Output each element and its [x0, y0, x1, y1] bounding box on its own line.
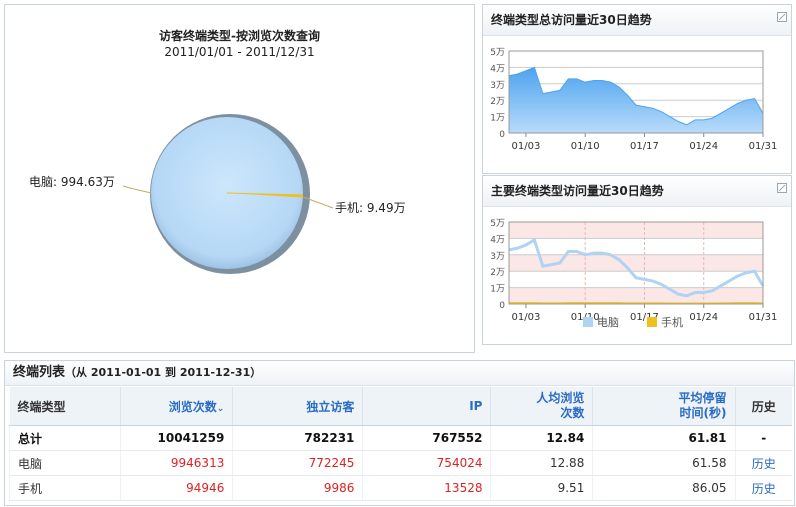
x-tick-label: 01/03 — [512, 141, 541, 152]
cell-pv: 9946313 — [120, 450, 233, 476]
x-tick-label: 01/31 — [749, 141, 778, 152]
cell-uv: 9986 — [232, 475, 363, 501]
legend-swatch — [647, 317, 657, 327]
cell-history: - — [734, 425, 792, 451]
trend-total-chart: 5万 4万 3万 2万 1万 0 01/03 01/10 01/17 01/24 01/31 — [490, 48, 778, 152]
trend-total-title: 终端类型总访问量近30日趋势 — [483, 5, 791, 36]
y-tick-label: 0 — [499, 301, 505, 311]
col-pv[interactable]: 浏览次数⌄ — [120, 387, 233, 426]
grid-band — [509, 222, 763, 239]
x-tick-label: 01/24 — [689, 312, 718, 323]
expand-icon[interactable] — [777, 12, 787, 22]
table-title-text: 终端列表 — [13, 365, 66, 380]
col-avg-time[interactable]: 平均停留 时间(秒) — [592, 387, 735, 426]
expand-icon[interactable] — [777, 183, 787, 193]
cell-avg-pv: 12.84 — [490, 425, 593, 451]
y-tick-label: 0 — [499, 130, 505, 140]
cell-avg-time: 61.58 — [592, 450, 735, 476]
cell-avg-pv: 12.88 — [490, 450, 593, 476]
history-link[interactable]: 历史 — [734, 475, 792, 501]
trend-total-panel: 终端类型总访问量近30日趋势 5万 4万 3万 2万 1万 0 01/03 01/10 01/1… — [482, 4, 792, 174]
cell-uv: 782231 — [232, 425, 363, 451]
cell-avg-time: 86.05 — [592, 475, 735, 501]
y-tick-label: 5万 — [490, 219, 505, 229]
table-row-total: 总计 10041259 782231 767552 12.84 61.81 - — [8, 425, 792, 451]
y-tick-label: 3万 — [490, 252, 505, 262]
x-tick-label: 01/03 — [512, 312, 541, 323]
y-tick-label: 4万 — [490, 64, 505, 74]
col-uv[interactable]: 独立访客 — [232, 387, 363, 426]
grid-band — [509, 287, 763, 304]
pie-label-mobile: 手机: 9.49万 — [335, 201, 406, 215]
x-tick-label: 01/17 — [630, 141, 659, 152]
y-tick-label: 2万 — [490, 97, 505, 107]
trend-type-panel: 主要终端类型访问量近30日趋势 5万4万3万2万1万001/0301/1001/… — [482, 175, 792, 345]
table-row: 手机 94946 9986 13528 9.51 86.05 历史 — [8, 475, 792, 501]
table-date-range: （从 2011-01-01 到 2011-12-31） — [65, 366, 262, 379]
y-tick-label: 1万 — [490, 285, 505, 295]
col-ip[interactable]: IP — [362, 387, 491, 426]
sort-down-icon: ⌄ — [216, 403, 225, 414]
cell-name: 手机 — [8, 475, 121, 501]
cell-uv: 772245 — [232, 450, 363, 476]
cell-avg-time: 61.81 — [592, 425, 735, 451]
history-link[interactable]: 历史 — [734, 450, 792, 476]
y-tick-label: 4万 — [490, 235, 505, 245]
cell-avg-pv: 9.51 — [490, 475, 593, 501]
y-tick-label: 2万 — [490, 268, 505, 278]
y-tick-label: 5万 — [490, 48, 505, 58]
x-tick-label: 01/31 — [749, 312, 778, 323]
col-avg-pv[interactable]: 人均浏览 次数 — [490, 387, 593, 426]
table-header-row: 终端类型 浏览次数⌄ 独立访客 IP 人均浏览 次数 平均停留 时间(秒) 历史 — [9, 387, 792, 426]
pie-chart-panel: 访客终端类型-按浏览次数查询 2011/01/01 - 2011/12/31 电… — [4, 4, 475, 353]
x-tick-label: 01/24 — [689, 141, 718, 152]
terminal-table: 终端类型 浏览次数⌄ 独立访客 IP 人均浏览 次数 平均停留 时间(秒) 历史 总… — [8, 387, 792, 501]
legend-swatch — [583, 317, 593, 327]
grid-band — [509, 254, 763, 272]
trend-type-chart: 5万4万3万2万1万001/0301/1001/1701/2401/31电脑手机 — [490, 219, 778, 329]
y-tick-label: 1万 — [490, 114, 505, 124]
col-type: 终端类型 — [9, 387, 121, 426]
cell-name: 电脑 — [8, 450, 121, 476]
cell-name: 总计 — [8, 425, 121, 451]
cell-ip: 754024 — [362, 450, 491, 476]
terminal-list-panel: 终端列表（从 2011-01-01 到 2011-12-31） 终端类型 浏览次… — [4, 360, 795, 506]
col-history: 历史 — [734, 387, 792, 426]
x-tick-label: 01/10 — [571, 141, 600, 152]
y-tick-label: 3万 — [490, 81, 505, 91]
legend-label: 手机 — [661, 315, 683, 329]
pie-chart: 电脑: 994.63万 手机: 9.49万 — [29, 114, 406, 274]
cell-ip: 767552 — [362, 425, 491, 451]
table-row: 电脑 9946313 772245 754024 12.88 61.58 历史 — [8, 450, 792, 476]
cell-pv: 10041259 — [120, 425, 233, 451]
pie-label-pc: 电脑: 994.63万 — [29, 175, 115, 189]
legend-label: 电脑 — [597, 316, 619, 329]
cell-ip: 13528 — [362, 475, 491, 501]
cell-pv: 94946 — [120, 475, 233, 501]
pie-label-line-pc — [122, 185, 152, 194]
trend-type-title: 主要终端类型访问量近30日趋势 — [483, 176, 791, 207]
table-title: 终端列表（从 2011-01-01 到 2011-12-31） — [5, 361, 794, 386]
